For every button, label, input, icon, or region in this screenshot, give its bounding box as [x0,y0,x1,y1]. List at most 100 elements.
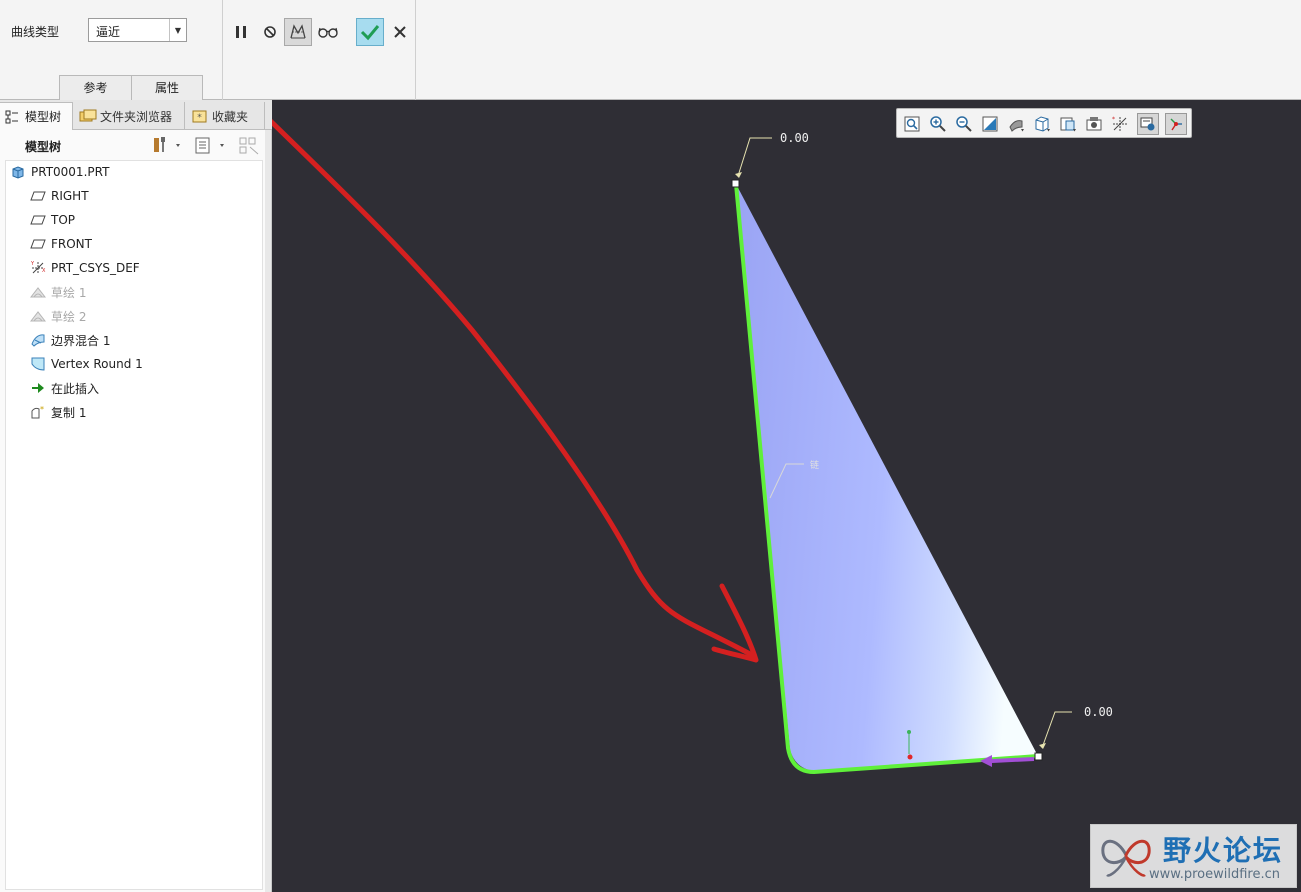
view-toolbar: * [896,108,1192,138]
no-preview-icon [264,26,276,38]
tree-item-right[interactable]: RIGHT [30,185,89,207]
zoom-in-icon [930,116,946,132]
tree-item-label: 复制 1 [51,405,87,420]
tree-item-front[interactable]: FRONT [30,233,92,255]
repaint-button[interactable] [979,113,1001,135]
check-geometry-button[interactable] [284,18,312,46]
model-tree-list: PRT0001.PRT RIGHT TOP FRONT YX PRT_CSYS_… [5,160,263,890]
saved-views-button[interactable] [1031,113,1053,135]
pause-icon [236,26,246,38]
red-annotation-arrow [272,118,755,658]
tree-item-label: 草绘 1 [51,285,87,300]
model-tree-icon [5,110,18,123]
part-icon [12,166,24,179]
display-style-button[interactable] [1005,113,1027,135]
end-vertex-handle[interactable] [1034,752,1043,761]
refit-icon [904,116,920,132]
watermark-title: 野火论坛 [1163,834,1284,867]
datum-plane-icon [30,239,46,249]
curve-type-label: 曲线类型 [11,25,60,39]
verify-glasses-icon [318,27,338,38]
tree-item-label: 草绘 2 [51,309,87,324]
bottom-value-annotation[interactable]: 0.00 [1084,705,1113,719]
check-geometry-icon [290,24,306,39]
chevron-down-icon[interactable]: ▼ [169,19,186,41]
start-vertex-handle[interactable] [731,179,740,188]
tab-model-tree-label: 模型树 [25,110,62,124]
csys-icon: YX [30,261,46,274]
forum-watermark: 野火论坛 www.proewildfire.cn [1090,824,1297,888]
curve-type-value: 逼近 [96,25,121,39]
tree-columns-icon [239,137,259,155]
tree-item-label: PRT0001.PRT [31,165,110,179]
model-viewport: 0.00 0.00 链 [272,118,1113,775]
sketch-icon [30,311,46,322]
graphics-window[interactable]: 0.00 0.00 链 * 野火论坛 www.proewildfire.cn [272,100,1301,892]
zoom-in-button[interactable] [927,113,949,135]
zoom-out-button[interactable] [953,113,975,135]
tab-references[interactable]: 参考 [59,75,132,100]
csys-origin-dot [907,754,913,760]
datum-plane-icon [30,191,46,201]
ok-button[interactable] [356,18,384,46]
boundary-blend-icon [31,334,45,347]
verify-button[interactable] [315,19,341,45]
navigator-tabs: 模型树 文件夹浏览器 * 收藏夹 [0,100,272,130]
sketch-icon [30,287,46,298]
tree-item-part[interactable]: PRT0001.PRT [10,161,109,183]
tree-item-sketch-1[interactable]: 草绘 1 [30,281,86,303]
datum-display-button[interactable]: * [1109,113,1131,135]
annotation-display-icon [1140,117,1155,131]
svg-text:X: X [42,268,46,274]
tree-item-copy[interactable]: * 复制 1 [30,401,86,423]
display-style-icon [1009,120,1024,132]
saved-views-icon [1035,116,1050,132]
perspective-button[interactable] [1083,113,1105,135]
tab-folder-browser-label: 文件夹浏览器 [100,109,173,124]
tree-item-vertex-round[interactable]: Vertex Round 1 [30,353,143,375]
annotation-display-button[interactable] [1137,113,1159,135]
navigator-scrollbar[interactable] [265,130,271,892]
navigator-panel: 模型树 文件夹浏览器 * 收藏夹 模型树 PRT0001.PRT RIGHT T… [0,100,272,892]
svg-text:*: * [197,113,202,123]
no-preview-button[interactable] [257,19,283,45]
tab-folder-browser[interactable]: 文件夹浏览器 [73,102,185,130]
tab-model-tree[interactable]: 模型树 [0,102,73,130]
datum-plane-icon [30,215,46,225]
spin-center-icon [1170,118,1182,131]
tree-item-insert-here[interactable]: 在此插入 [30,377,99,399]
curve-type-select[interactable]: 逼近 ▼ [88,18,187,42]
tree-item-sketch-2[interactable]: 草绘 2 [30,305,86,327]
tree-settings-button[interactable] [152,135,182,155]
datum-display-icon: * [1112,116,1127,131]
pause-button[interactable] [228,19,254,45]
tree-show-button[interactable] [194,135,228,155]
folder-browser-icon [79,109,97,122]
tab-properties[interactable]: 属性 [131,75,203,100]
model-tree-header: 模型树 [0,131,265,159]
repaint-icon [982,116,998,132]
tree-item-boundary-blend[interactable]: 边界混合 1 [30,329,110,351]
dashboard-divider [415,0,416,100]
tree-item-label: PRT_CSYS_DEF [51,261,140,275]
tree-item-top[interactable]: TOP [30,209,75,231]
perspective-icon [1086,117,1102,131]
tree-filter-button[interactable] [238,135,260,155]
tree-item-csys[interactable]: YX PRT_CSYS_DEF [30,257,140,279]
top-value-annotation[interactable]: 0.00 [780,131,809,145]
list-options-icon [195,137,224,154]
cancel-button[interactable] [387,19,413,45]
zoom-out-icon [956,116,972,132]
svg-text:Y: Y [30,261,35,267]
svg-text:*: * [40,405,44,414]
tab-favorites[interactable]: * 收藏夹 [185,102,265,130]
butterfly-logo-icon [1101,839,1151,877]
view-manager-button[interactable] [1057,113,1079,135]
vertex-round-icon [31,357,45,371]
csys-dot [907,730,911,734]
spin-center-button[interactable] [1165,113,1187,135]
view-manager-icon [1060,117,1076,132]
tree-item-label: FRONT [51,237,92,251]
refit-button[interactable] [901,113,923,135]
model-tree-title: 模型树 [25,140,62,154]
